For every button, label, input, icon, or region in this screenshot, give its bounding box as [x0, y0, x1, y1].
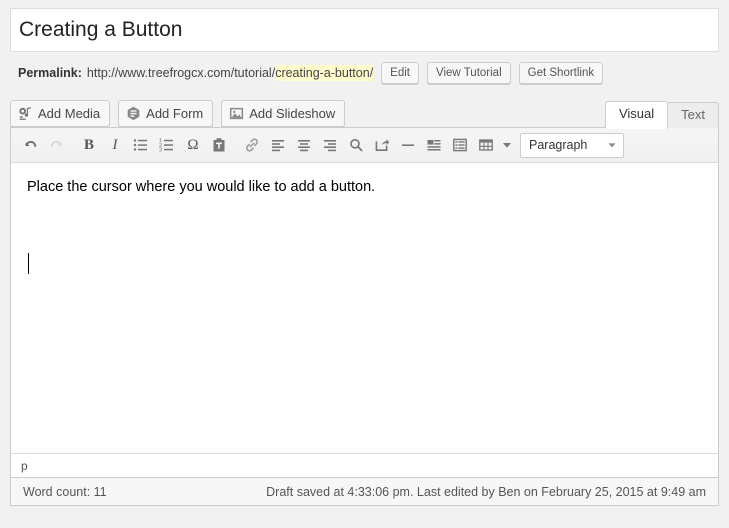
- tab-visual[interactable]: Visual: [604, 100, 669, 129]
- special-character-icon[interactable]: Ω: [180, 132, 206, 158]
- search-icon[interactable]: [343, 132, 369, 158]
- align-center-icon[interactable]: [291, 132, 317, 158]
- edit-permalink-button[interactable]: Edit: [381, 62, 419, 84]
- link-icon[interactable]: [239, 132, 265, 158]
- add-form-label: Add Form: [146, 106, 204, 121]
- bold-icon[interactable]: B: [76, 132, 102, 158]
- slideshow-icon: [229, 106, 244, 121]
- add-form-button[interactable]: Add Form: [118, 100, 214, 127]
- editor-mode-tabs: Visual Text: [604, 100, 719, 129]
- save-status: Draft saved at 4:33:06 pm. Last edited b…: [266, 484, 706, 499]
- editor-container: B I 1 2 3 Ω Paragraph Place the cursor w…: [10, 127, 719, 478]
- align-left-icon[interactable]: [265, 132, 291, 158]
- undo-icon[interactable]: [17, 132, 43, 158]
- text-cursor: [28, 253, 29, 274]
- content-paragraph: Place the cursor where you would like to…: [27, 179, 376, 195]
- image-left-text-icon[interactable]: [421, 132, 447, 158]
- add-media-label: Add Media: [38, 106, 101, 121]
- align-right-icon[interactable]: [317, 132, 343, 158]
- add-slideshow-button[interactable]: Add Slideshow: [221, 100, 346, 127]
- permalink-base: http://www.treefrogcx.com/tutorial/: [86, 66, 276, 80]
- view-tutorial-button[interactable]: View Tutorial: [427, 62, 511, 84]
- form-icon: [126, 106, 141, 121]
- format-select-value: Paragraph: [529, 138, 588, 152]
- permalink-row: Permalink: http://www.treefrogcx.com/tut…: [18, 61, 719, 85]
- post-editor-page: Creating a Button Permalink: http://www.…: [0, 0, 729, 528]
- paste-as-text-icon[interactable]: [206, 132, 232, 158]
- post-title-field[interactable]: Creating a Button: [10, 8, 719, 52]
- editor-content-area[interactable]: Place the cursor where you would like to…: [11, 163, 718, 453]
- add-media-button[interactable]: Add Media: [10, 100, 111, 127]
- permalink-slug[interactable]: creating-a-button/: [275, 65, 374, 81]
- redo-icon[interactable]: [43, 132, 69, 158]
- post-title-text: Creating a Button: [19, 18, 183, 42]
- permalink-url[interactable]: http://www.treefrogcx.com/tutorial/creat…: [86, 65, 374, 81]
- word-count: Word count: 11: [23, 484, 107, 499]
- horizontal-rule-icon[interactable]: [395, 132, 421, 158]
- get-shortlink-button[interactable]: Get Shortlink: [518, 62, 604, 84]
- numbered-list-icon[interactable]: 1 2 3: [154, 132, 180, 158]
- tab-text[interactable]: Text: [667, 101, 719, 128]
- editor-toolbar: B I 1 2 3 Ω Paragraph: [11, 128, 718, 163]
- insert-read-more-icon[interactable]: [369, 132, 395, 158]
- element-path-bar: p: [11, 453, 718, 477]
- toolbar-toggle-caret-icon[interactable]: [499, 132, 515, 158]
- media-icon: [18, 106, 33, 121]
- chevron-down-icon: [608, 143, 616, 148]
- svg-text:3: 3: [159, 148, 162, 154]
- list-block-icon[interactable]: [447, 132, 473, 158]
- media-buttons-row: Add Media Add Form Add Slideshow Visual …: [10, 97, 719, 129]
- format-select[interactable]: Paragraph: [520, 132, 624, 158]
- italic-icon[interactable]: I: [102, 132, 128, 158]
- permalink-label: Permalink:: [18, 66, 82, 80]
- bulleted-list-icon[interactable]: [128, 132, 154, 158]
- editor-status-bar: Word count: 11 Draft saved at 4:33:06 pm…: [10, 478, 719, 506]
- add-slideshow-label: Add Slideshow: [249, 106, 336, 121]
- element-path-value[interactable]: p: [21, 459, 28, 473]
- table-icon[interactable]: [473, 132, 499, 158]
